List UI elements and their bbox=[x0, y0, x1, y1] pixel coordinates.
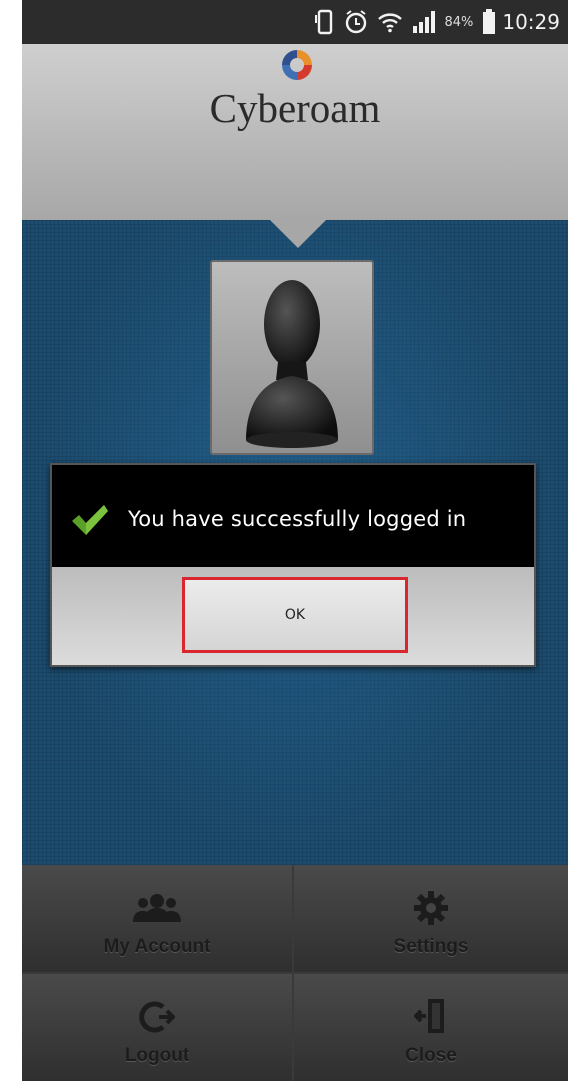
clock: 10:29 bbox=[502, 10, 560, 34]
login-success-dialog: You have successfully logged in OK bbox=[50, 463, 536, 667]
close-button[interactable]: Close bbox=[294, 974, 568, 1081]
wifi-icon bbox=[377, 11, 403, 33]
ok-button-label: OK bbox=[284, 607, 306, 623]
settings-button[interactable]: Settings bbox=[294, 865, 568, 972]
logout-icon bbox=[139, 999, 176, 1039]
bottom-menu: My Account Settings Logout Close bbox=[22, 865, 568, 1081]
close-label: Close bbox=[405, 1045, 457, 1066]
settings-label: Settings bbox=[393, 936, 469, 957]
users-icon bbox=[132, 892, 182, 930]
status-bar: 84% 10:29 bbox=[22, 0, 568, 44]
logout-button[interactable]: Logout bbox=[22, 974, 292, 1081]
alarm-icon bbox=[344, 9, 368, 35]
ok-button[interactable]: OK bbox=[182, 577, 408, 653]
user-silhouette-icon bbox=[246, 280, 338, 448]
logo-text: Cyberoam bbox=[209, 85, 381, 131]
dialog-message-area: You have successfully logged in bbox=[52, 465, 534, 567]
vibrate-icon bbox=[315, 9, 335, 35]
header-pointer bbox=[268, 218, 328, 248]
signal-icon bbox=[412, 10, 438, 34]
checkmark-icon bbox=[70, 503, 110, 541]
my-account-label: My Account bbox=[103, 936, 211, 957]
gear-icon bbox=[413, 890, 449, 930]
dialog-button-bar: OK bbox=[52, 567, 534, 665]
battery-icon bbox=[482, 9, 496, 35]
app-screen: 84% 10:29 Cyberoam You have successfully… bbox=[22, 0, 568, 1081]
avatar bbox=[210, 260, 374, 455]
exit-door-icon bbox=[413, 997, 448, 1039]
dialog-message: You have successfully logged in bbox=[128, 507, 467, 531]
battery-percent: 84% bbox=[444, 14, 474, 30]
logout-label: Logout bbox=[124, 1045, 190, 1066]
my-account-button[interactable]: My Account bbox=[22, 865, 292, 972]
logo-icon bbox=[280, 48, 314, 86]
